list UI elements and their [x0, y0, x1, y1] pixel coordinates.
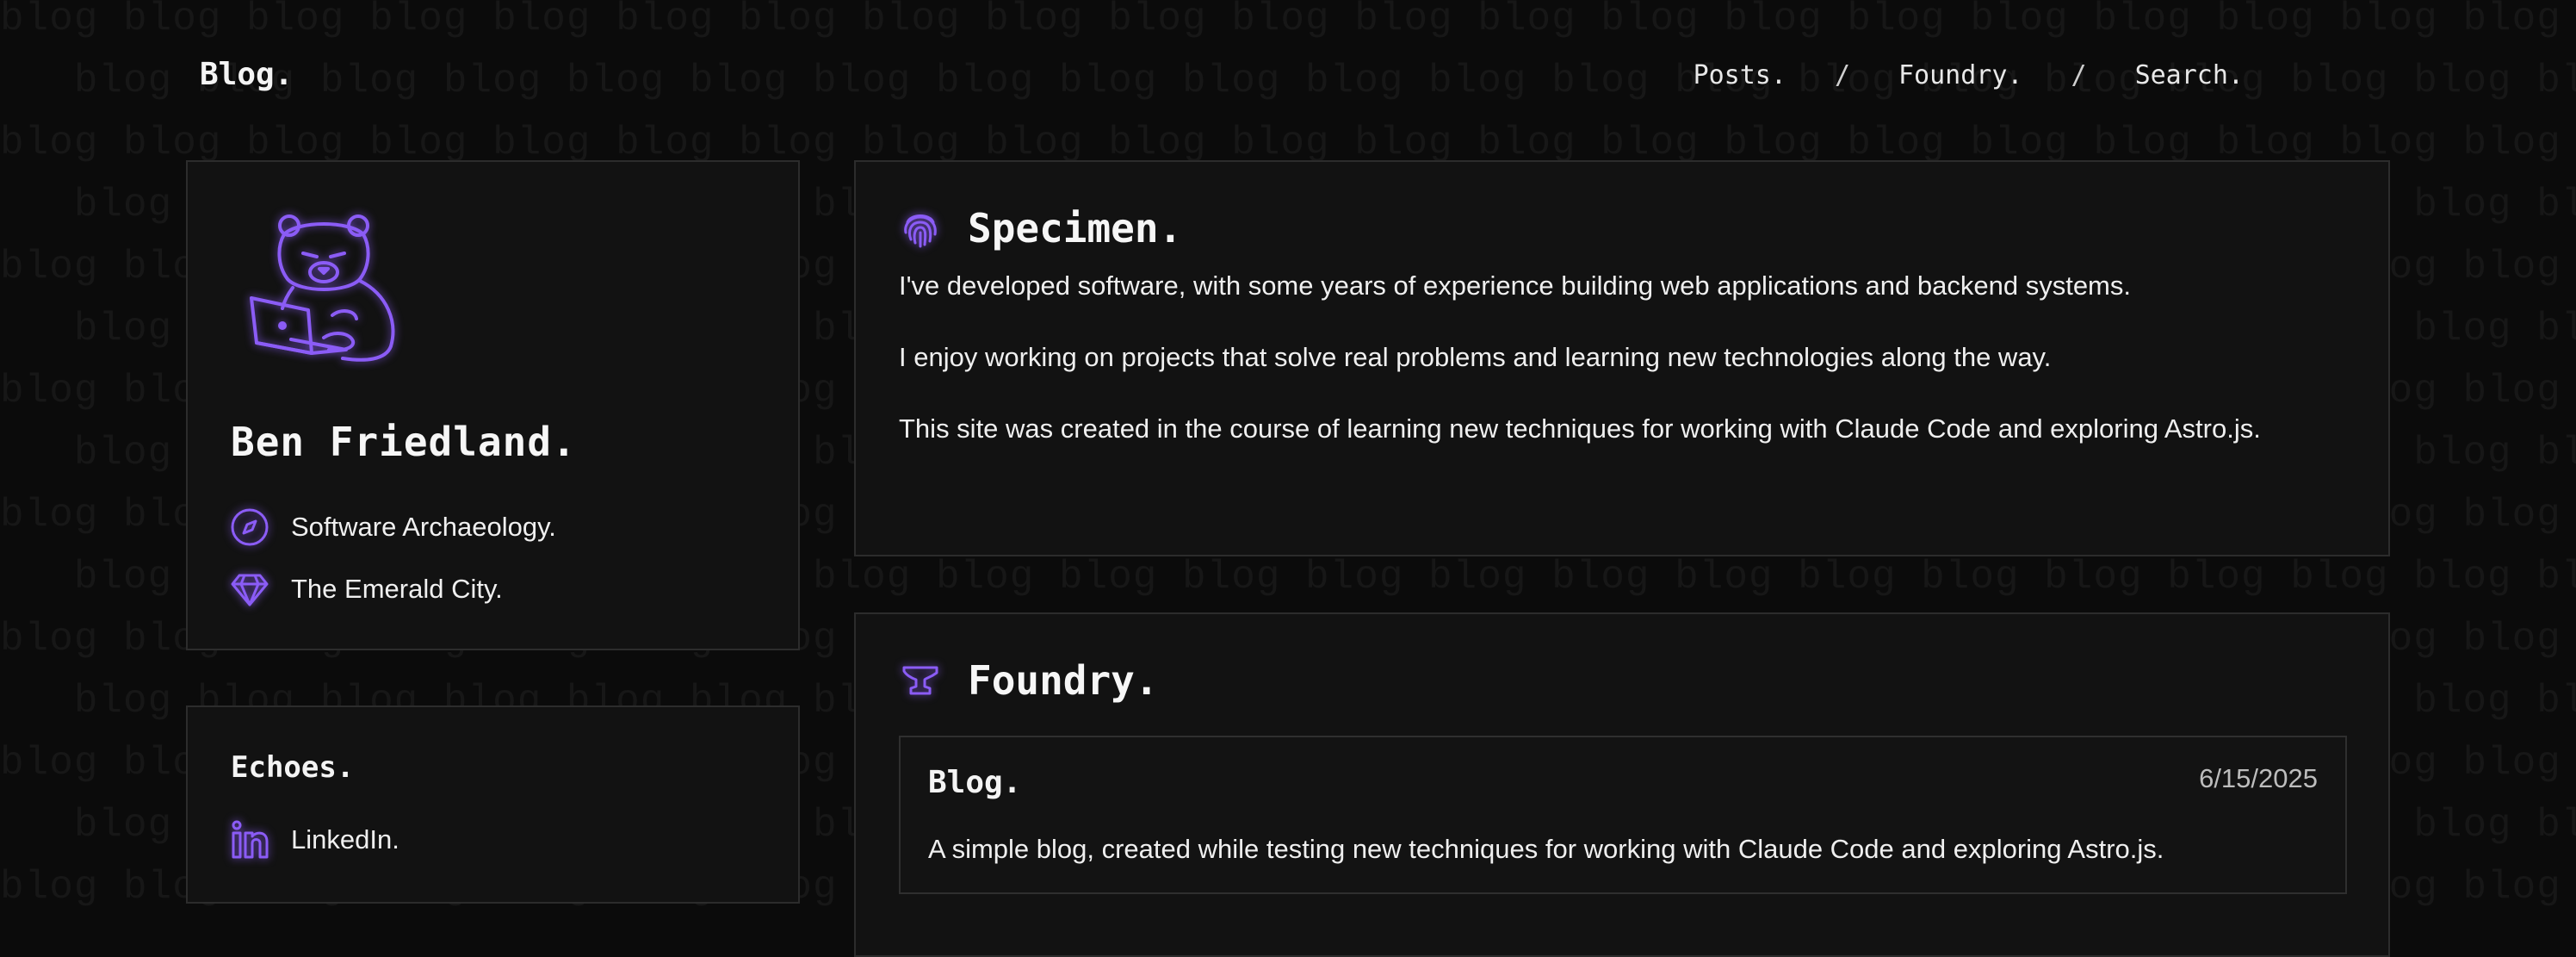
nav-foundry[interactable]: Foundry. — [1898, 60, 2023, 90]
fingerprint-icon — [904, 214, 937, 248]
main-nav: Posts. / Foundry. / Search. — [1694, 60, 2244, 90]
post-card[interactable]: Blog. 6/15/2025 A simple blog, created w… — [899, 736, 2347, 894]
linkedin-link[interactable]: LinkedIn. — [229, 819, 399, 861]
site-header: Blog. Posts. / Foundry. / Search. — [0, 0, 2576, 155]
compass-icon — [231, 508, 269, 546]
gem-icon — [231, 574, 269, 606]
specimen-paragraph: This site was created in the course of l… — [899, 413, 2261, 444]
profile-name: Ben Friedland. — [231, 419, 577, 465]
linkedin-icon — [232, 820, 269, 859]
specimen-card: Specimen. I've developed software, with … — [854, 160, 2390, 556]
nav-separator: / — [1834, 60, 1850, 90]
anvil-icon — [902, 666, 938, 695]
post-title[interactable]: Blog. — [928, 765, 1021, 800]
specimen-header: Specimen. — [899, 205, 1182, 252]
echoes-card: Echoes. LinkedIn. — [186, 705, 800, 904]
nav-posts[interactable]: Posts. — [1694, 60, 1786, 90]
location-row: The Emerald City. — [229, 569, 503, 610]
role-row: Software Archaeology. — [229, 506, 556, 548]
profile-card: Ben Friedland. Software Archaeology. The… — [186, 160, 800, 650]
specimen-paragraph: I enjoy working on projects that solve r… — [899, 342, 2052, 372]
echoes-title: Echoes. — [231, 750, 355, 785]
profile-role: Software Archaeology. — [291, 512, 556, 542]
post-date: 6/15/2025 — [2199, 763, 2318, 793]
foundry-title: Foundry. — [968, 657, 1159, 704]
site-logo[interactable]: Blog. — [200, 57, 293, 92]
linkedin-label[interactable]: LinkedIn. — [291, 824, 399, 855]
specimen-paragraph: I've developed software, with some years… — [899, 270, 2131, 301]
foundry-card: Foundry. Blog. 6/15/2025 A simple blog, … — [854, 612, 2390, 957]
foundry-header: Foundry. — [899, 657, 1159, 704]
nav-search[interactable]: Search. — [2135, 60, 2244, 90]
bear-laptop-avatar — [250, 214, 395, 362]
specimen-title: Specimen. — [968, 205, 1183, 252]
profile-location: The Emerald City. — [291, 574, 503, 604]
nav-separator: / — [2071, 60, 2087, 90]
post-description: A simple blog, created while testing new… — [928, 834, 2164, 864]
